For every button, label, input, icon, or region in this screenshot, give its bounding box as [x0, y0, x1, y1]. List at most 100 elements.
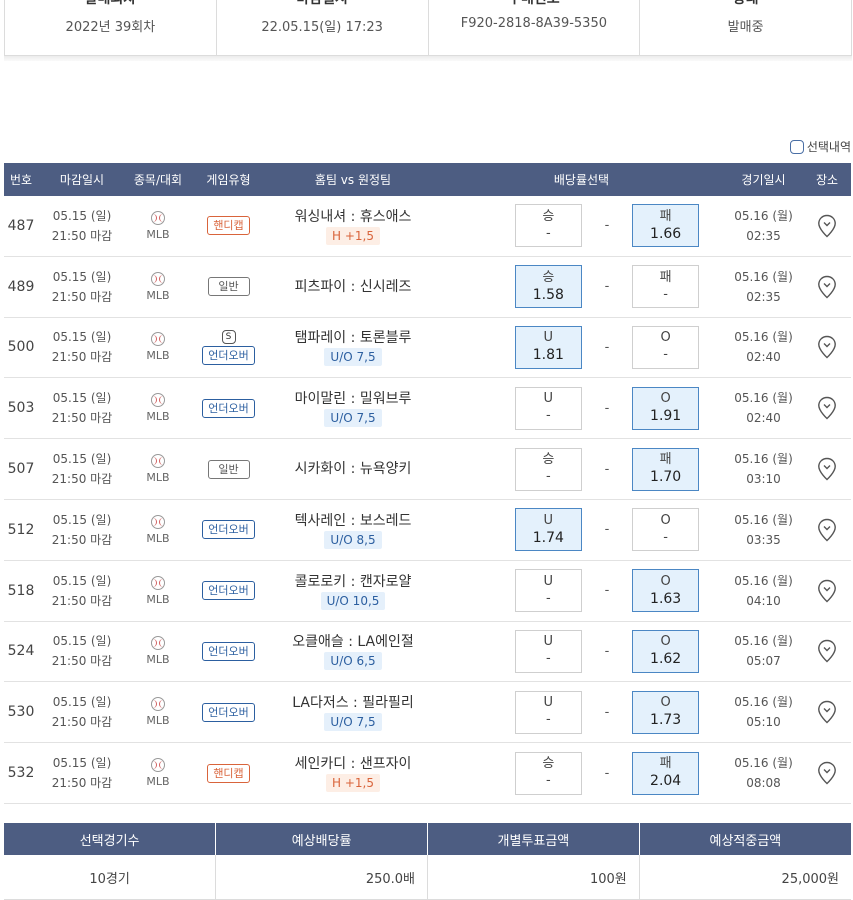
- game-date: 05.16 (월): [734, 634, 793, 649]
- teams-cell: 텍사레인 : 보스레드 U/O 8,5: [267, 499, 439, 561]
- away-team: 토론블루: [359, 330, 412, 347]
- map-pin-icon[interactable]: [817, 396, 837, 420]
- odds-cell: 승 - - 패 1.70: [439, 438, 724, 500]
- odds-right-button[interactable]: O 1.91: [632, 386, 700, 430]
- close-datetime: 05.15 (일) 21:50 마감: [38, 621, 126, 683]
- baseball-icon: [151, 271, 165, 286]
- close-time: 21:50 마감: [51, 654, 113, 669]
- odds-left-button[interactable]: 승 -: [514, 447, 582, 491]
- selection-history-toggle[interactable]: 선택내역: [789, 138, 851, 155]
- sport-league: MLB: [126, 377, 190, 440]
- map-pin-icon[interactable]: [817, 214, 837, 238]
- odds-cell: U 1.74 - O -: [439, 499, 724, 561]
- odds-left-button[interactable]: U -: [514, 386, 582, 430]
- game-type-cell: 언더오버: [190, 377, 267, 440]
- header-no: 번호: [4, 163, 38, 196]
- game-time: 02:40: [746, 350, 781, 365]
- home-team: 시카화이: [294, 461, 347, 478]
- game-datetime: 05.16 (월) 03:35: [724, 499, 803, 561]
- map-pin-icon[interactable]: [817, 275, 837, 299]
- special-s-icon: S: [221, 329, 236, 344]
- odds-right-label: O: [660, 512, 671, 528]
- close-date: 05.15 (일): [52, 634, 112, 649]
- map-pin-icon[interactable]: [817, 700, 837, 724]
- odds-right-button[interactable]: O -: [632, 508, 700, 552]
- away-team: 신시레즈: [359, 278, 412, 295]
- map-pin-icon[interactable]: [817, 335, 837, 359]
- game-type-tag: 언더오버: [202, 702, 255, 722]
- selection-checkbox[interactable]: [789, 139, 804, 154]
- league-name: MLB: [146, 349, 170, 363]
- sport-league: MLB: [126, 196, 190, 257]
- odds-left-button[interactable]: U -: [514, 569, 582, 613]
- info-round-label: 발매회차: [5, 0, 216, 8]
- odds-left-button[interactable]: 승 -: [514, 751, 582, 795]
- game-date: 05.16 (월): [734, 452, 793, 467]
- info-purchase-no-value: F920-2818-8A39-5350: [460, 16, 607, 31]
- info-deadline-label: 마감일시: [217, 0, 428, 8]
- odds-right-label: O: [660, 573, 671, 589]
- close-datetime: 05.15 (일) 21:50 마감: [38, 499, 126, 561]
- summary-header-payout: 예상적중금액: [639, 823, 851, 855]
- odds-left-button[interactable]: U 1.81: [514, 325, 582, 369]
- odds-left-button[interactable]: 승 1.58: [514, 265, 582, 309]
- odds-left-button[interactable]: U -: [514, 690, 582, 734]
- teams-cell: 마이말린 : 밀워브루 U/O 7,5: [267, 377, 439, 440]
- league-name: MLB: [146, 714, 170, 728]
- league-name: MLB: [146, 410, 170, 424]
- odds-cell: U 1.81 - O -: [439, 317, 724, 379]
- venue-cell: [803, 621, 851, 683]
- map-pin-icon[interactable]: [817, 518, 837, 542]
- home-team: 세인카디: [294, 756, 347, 773]
- odds-right-button[interactable]: O -: [632, 325, 700, 369]
- game-type-tag: 핸디캡: [207, 216, 250, 236]
- odds-draw: -: [604, 279, 610, 295]
- odds-cell: U - - O 1.63: [439, 560, 724, 622]
- home-team: 탬파레이: [294, 330, 347, 347]
- league-name: MLB: [146, 227, 170, 241]
- summary-odds: 250.0배: [215, 855, 428, 900]
- odds-right-button[interactable]: O 1.62: [632, 629, 700, 673]
- handicap-badge: H +1,5: [326, 226, 380, 245]
- map-pin-icon[interactable]: [817, 761, 837, 785]
- game-date: 05.16 (월): [734, 391, 793, 406]
- game-type-tag: 언더오버: [202, 641, 255, 661]
- game-type-tag: 일반: [207, 459, 250, 479]
- home-team: 마이말린: [294, 391, 347, 408]
- table-row: 512 05.15 (일) 21:50 마감 MLB 언더오버 텍사레인 : 보…: [4, 499, 851, 561]
- odds-left-label: 승: [542, 208, 555, 224]
- odds-right-button[interactable]: O 1.63: [632, 569, 700, 613]
- close-time: 21:50 마감: [51, 776, 113, 791]
- game-datetime: 05.16 (월) 02:40: [724, 317, 803, 379]
- odds-left-button[interactable]: 승 -: [514, 204, 582, 248]
- game-type-tag: 언더오버: [202, 398, 255, 418]
- odds-right-button[interactable]: 패 1.70: [632, 447, 700, 491]
- away-team: 밀워브루: [359, 391, 412, 408]
- map-pin-icon[interactable]: [817, 639, 837, 663]
- handicap-badge: U/O 8,5: [324, 530, 382, 549]
- sport-league: MLB: [126, 621, 190, 683]
- odds-right-button[interactable]: O 1.73: [632, 690, 700, 734]
- odds-right-button[interactable]: 패 2.04: [632, 751, 700, 795]
- away-team: 필라필리: [362, 695, 414, 712]
- teams-cell: 오클애슬 : LA에인절 U/O 6,5: [267, 621, 439, 683]
- map-pin-icon[interactable]: [817, 579, 837, 603]
- close-date: 05.15 (일): [52, 269, 112, 284]
- game-type-tag: 언더오버: [202, 345, 255, 365]
- close-datetime: 05.15 (일) 21:50 마감: [38, 560, 126, 622]
- map-pin-icon[interactable]: [817, 457, 837, 481]
- odds-left-label: 승: [542, 269, 555, 285]
- venue-cell: [803, 560, 851, 622]
- odds-right-button[interactable]: 패 -: [632, 265, 700, 309]
- odds-left-value: -: [545, 651, 551, 667]
- game-date: 05.16 (월): [734, 695, 793, 710]
- sport-league: MLB: [126, 317, 190, 379]
- odds-right-button[interactable]: 패 1.66: [632, 204, 700, 248]
- odds-left-button[interactable]: U 1.74: [514, 508, 582, 552]
- game-time: 02:40: [746, 411, 781, 426]
- odds-left-button[interactable]: U -: [514, 629, 582, 673]
- teams-cell: 시카화이 : 뉴욕양키: [267, 438, 439, 500]
- table-row: 503 05.15 (일) 21:50 마감 MLB 언더오버 마이말린 : 밀…: [4, 377, 851, 440]
- game-rows: 487 05.15 (일) 21:50 마감 MLB 핸디캡 워싱내셔 : 휴스…: [4, 196, 851, 804]
- game-datetime: 05.16 (월) 02:35: [724, 196, 803, 257]
